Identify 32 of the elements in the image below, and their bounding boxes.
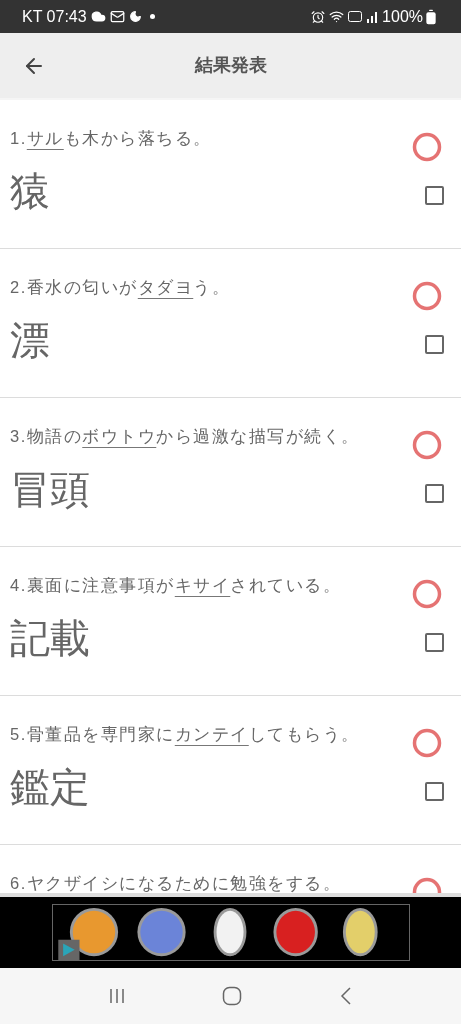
answer-kanji: 記載 (10, 615, 91, 662)
home-icon[interactable] (222, 986, 243, 1006)
dot-icon (149, 14, 155, 19)
recent-apps-icon[interactable] (108, 988, 127, 1004)
checkbox[interactable] (425, 335, 444, 354)
ad-banner[interactable] (0, 897, 461, 968)
answer-kanji: 漂 (10, 317, 51, 364)
question-text: 5.骨董品を専門家に カンテイ してもらう。 (10, 725, 360, 743)
back-icon[interactable] (338, 986, 353, 1006)
hd-icon (348, 11, 363, 22)
alarm-icon (311, 9, 326, 24)
status-time: KT 07:43 (22, 6, 87, 27)
question-text: 1.サル も木から落ちる。 (10, 129, 212, 147)
moon-icon (128, 10, 142, 23)
answer-kanji: 冒頭 (10, 466, 91, 513)
checkbox[interactable] (425, 782, 444, 801)
question-text: 6.ヤクザイシになるために勉強をする。 (10, 874, 342, 892)
cloud-icon (90, 9, 106, 24)
battery-icon (423, 8, 439, 25)
checkbox[interactable] (425, 484, 444, 503)
mail-icon (109, 9, 125, 24)
question-text: 4.裏面に注意事項がキサイ されている。 (10, 576, 342, 594)
question-text: 3.物語のボウトウから過激な描写が続く。 (10, 427, 360, 445)
battery-percent: 100% (382, 6, 423, 27)
answer-kanji: 鑑定 (10, 764, 91, 811)
question-text: 2.香水の匂いが タダヨ う。 (10, 278, 231, 296)
answer-kanji: 猿 (10, 168, 51, 215)
checkbox[interactable] (425, 186, 444, 205)
screen-title: 結果発表 (194, 54, 267, 77)
signal-icon (366, 10, 379, 23)
wifi-icon (329, 9, 345, 24)
checkbox[interactable] (425, 633, 444, 652)
